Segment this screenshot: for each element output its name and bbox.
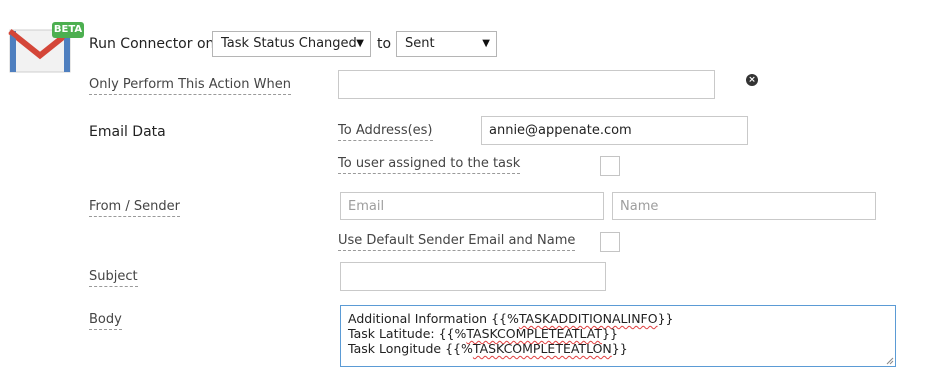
trigger-select-value: Task Status Changed	[221, 36, 357, 51]
merge-token: TASKADDITIONALINFO	[518, 311, 658, 326]
to-label: to	[377, 36, 392, 52]
body-textarea[interactable]: Additional Information {{%TASKADDITIONAL…	[340, 305, 896, 367]
beta-badge: BETA	[52, 22, 84, 38]
beta-badge-text: BETA	[53, 24, 83, 35]
body-label: Body	[89, 312, 122, 330]
gmail-logo: BETA	[8, 22, 84, 74]
body-line: Task Longitude {{%TASKCOMPLETEATLON}}	[348, 341, 628, 356]
body-line: Additional Information {{%TASKADDITIONAL…	[348, 311, 674, 326]
assigned-user-label: To user assigned to the task	[338, 156, 521, 174]
body-line: Task Latitude: {{%TASKCOMPLETEATLAT}}	[348, 326, 618, 341]
subject-input[interactable]	[340, 262, 606, 291]
chevron-down-icon: ▼	[482, 38, 490, 49]
merge-token: TASKCOMPLETEATLON	[472, 341, 612, 356]
from-name-input[interactable]	[612, 192, 876, 220]
default-sender-label: Use Default Sender Email and Name	[338, 233, 576, 251]
to-address-input[interactable]	[481, 116, 748, 145]
chevron-down-icon: ▼	[356, 38, 364, 49]
resize-handle-icon[interactable]	[886, 357, 894, 365]
status-select-value: Sent	[405, 36, 435, 51]
status-select[interactable]: Sent ▼	[396, 31, 497, 57]
subject-label: Subject	[89, 269, 138, 287]
merge-token: TASKCOMPLETEATLAT	[466, 326, 603, 341]
default-sender-checkbox[interactable]	[600, 232, 620, 252]
clear-condition-icon[interactable]: ×	[746, 74, 758, 86]
from-email-input[interactable]	[340, 192, 604, 220]
email-data-heading: Email Data	[89, 124, 166, 140]
from-sender-label: From / Sender	[89, 199, 180, 217]
run-connector-label: Run Connector on	[89, 36, 215, 52]
assigned-user-checkbox[interactable]	[600, 156, 620, 176]
condition-label: Only Perform This Action When	[89, 77, 291, 95]
condition-input[interactable]	[338, 70, 715, 99]
trigger-select[interactable]: Task Status Changed ▼	[212, 31, 371, 57]
to-address-label: To Address(es)	[338, 123, 433, 141]
